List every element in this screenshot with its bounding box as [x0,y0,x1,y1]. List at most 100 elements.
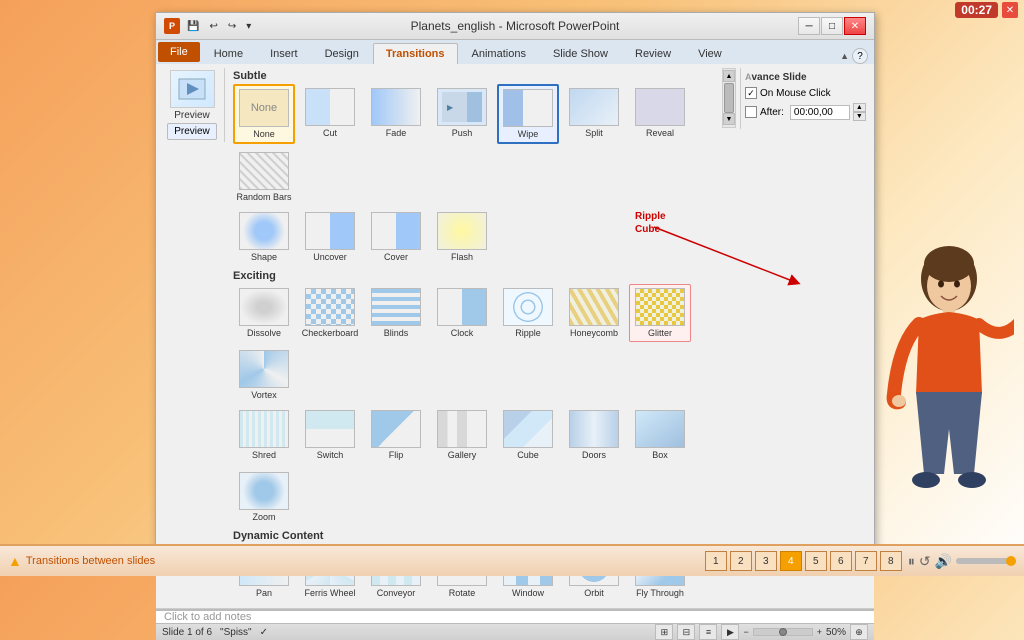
after-time-input[interactable] [790,105,850,120]
timer-close-button[interactable]: ✕ [1002,2,1018,18]
rotate-label: Rotate [449,588,476,598]
slideshow-button[interactable]: ▶ [721,624,739,640]
transition-random-bars[interactable]: Random Bars [233,148,295,206]
tab-file[interactable]: File [158,42,200,62]
transition-switch[interactable]: Switch [299,406,361,464]
transition-dissolve[interactable]: Dissolve [233,284,295,342]
transition-vortex[interactable]: Vortex [233,346,295,404]
transition-cut[interactable]: Cut [299,84,361,144]
transition-flip[interactable]: Flip [365,406,427,464]
none-label: None [253,129,275,139]
tab-animations[interactable]: Animations [459,43,539,64]
tab-insert[interactable]: Insert [257,43,311,64]
transition-cube[interactable]: Cube [497,406,559,464]
transition-gallery[interactable]: Gallery [431,406,493,464]
page-btn-6[interactable]: 6 [830,551,852,571]
transition-cover[interactable]: Cover [365,208,427,266]
on-mouse-click-checkbox[interactable]: ✓ [745,87,757,99]
transition-box[interactable]: Box [629,406,691,464]
pause-button[interactable]: ⏸ [908,553,915,570]
orbit-label: Orbit [584,588,604,598]
zoom-minus-icon[interactable]: − [743,627,748,637]
shape-icon [239,212,289,250]
cut-icon [305,88,355,126]
tab-review[interactable]: Review [622,43,684,64]
transition-reveal[interactable]: Reveal [629,84,691,144]
slide-sorter-button[interactable]: ⊟ [677,624,695,640]
collapse-ribbon-icon[interactable]: ▲ [840,51,849,61]
scroll-thumb[interactable] [724,83,734,113]
ribbon: File Home Insert Design Transitions Anim… [156,40,874,610]
transition-flash[interactable]: Flash [431,208,493,266]
scroll-up-button[interactable]: ▲ [723,70,735,82]
customize-qat-button[interactable]: ▾ [243,20,254,33]
transition-fade[interactable]: Fade [365,84,427,144]
transition-split[interactable]: Split [563,84,625,144]
transition-none[interactable]: None None [233,84,295,144]
page-btn-5[interactable]: 5 [805,551,827,571]
time-down-button[interactable]: ▼ [853,112,866,121]
page-btn-7[interactable]: 7 [855,551,877,571]
fade-icon [371,88,421,126]
minimize-button[interactable]: ─ [798,17,820,35]
exciting-group-label: Exciting [233,268,718,284]
after-label: After: [760,107,784,118]
page-btn-1[interactable]: 1 [705,551,727,571]
timer-bar: 00:27 ✕ [949,0,1024,20]
undo-qat-button[interactable]: ↩ [206,20,220,33]
reading-view-button[interactable]: ≡ [699,624,717,640]
transition-uncover[interactable]: Uncover [299,208,361,266]
fly-through-label: Fly Through [636,588,684,598]
volume-button[interactable]: 🔊 [935,553,952,570]
time-up-button[interactable]: ▲ [853,103,866,112]
zoom-plus-icon[interactable]: + [817,627,822,637]
tab-view[interactable]: View [685,43,735,64]
box-icon [635,410,685,448]
zoom-slider[interactable] [753,628,813,636]
close-button[interactable]: ✕ [844,17,866,35]
switch-label: Switch [317,450,344,460]
page-btn-2[interactable]: 2 [730,551,752,571]
tab-transitions[interactable]: Transitions [373,43,458,64]
page-btn-4[interactable]: 4 [780,551,802,571]
transition-ripple[interactable]: Ripple [497,284,559,342]
transition-checkerboard[interactable]: Checkerboard [299,284,361,342]
notes-area[interactable]: Click to add notes [156,610,874,623]
transition-push[interactable]: ▶ Push [431,84,493,144]
transition-doors[interactable]: Doors [563,406,625,464]
random-bars-label: Random Bars [236,192,291,202]
tab-slideshow[interactable]: Slide Show [540,43,621,64]
refresh-button[interactable]: ↺ [919,553,931,570]
normal-view-button[interactable]: ⊞ [655,624,673,640]
transition-wipe[interactable]: Wipe [497,84,559,144]
page-btn-3[interactable]: 3 [755,551,777,571]
slide-info: Slide 1 of 6 [162,627,212,638]
page-btn-8[interactable]: 8 [880,551,902,571]
transition-clock[interactable]: Clock [431,284,493,342]
tab-home[interactable]: Home [201,43,256,64]
save-qat-button[interactable]: 💾 [184,20,202,33]
help-button[interactable]: ? [852,48,868,64]
flip-icon [371,410,421,448]
zoom-thumb[interactable] [779,628,787,636]
tab-design[interactable]: Design [312,43,372,64]
transition-glitter[interactable]: Glitter [629,284,691,342]
status-right: ⊞ ⊟ ≡ ▶ − + 50% ⊕ [655,624,868,640]
scroll-down-button[interactable]: ▼ [723,113,735,125]
redo-qat-button[interactable]: ↪ [225,20,239,33]
taskbar-pages: 1 2 3 4 5 6 7 8 [705,551,902,571]
volume-slider[interactable] [956,558,1016,564]
transition-shape[interactable]: Shape [233,208,295,266]
fit-window-button[interactable]: ⊕ [850,624,868,640]
preview-button[interactable]: Preview [167,123,217,140]
transition-blinds[interactable]: Blinds [365,284,427,342]
transition-honeycomb[interactable]: Honeycomb [563,284,625,342]
volume-thumb[interactable] [1006,556,1016,566]
shred-label: Shred [252,450,276,460]
transition-zoom[interactable]: Zoom [233,468,295,526]
wipe-icon [503,89,553,127]
maximize-button[interactable]: □ [821,17,843,35]
after-time-checkbox[interactable] [745,106,757,118]
transition-shred[interactable]: Shred [233,406,295,464]
cube-label: Cube [517,450,539,460]
